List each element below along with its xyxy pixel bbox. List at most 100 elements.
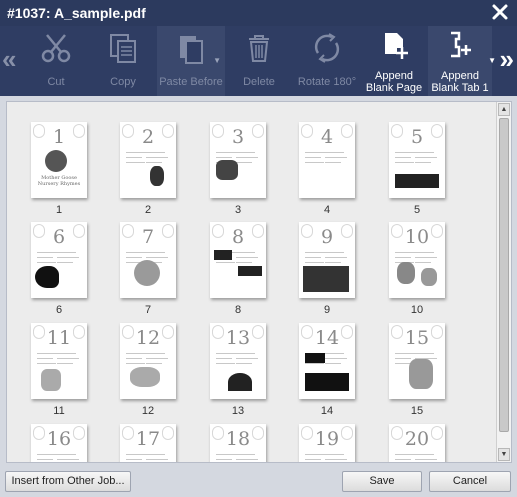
page-number-text: 17 [135,428,161,450]
illustration [303,266,349,292]
tab-dropdown-icon[interactable]: ▼ [488,56,496,65]
page-thumbnail[interactable]: 17 [120,424,176,462]
text-line [57,358,79,359]
close-icon[interactable] [491,3,509,21]
insert-from-other-job-button[interactable]: Insert from Other Job... [5,471,131,492]
page-number-text: 14 [314,327,340,349]
page-thumbnail[interactable]: 12 [120,323,176,399]
text-line [415,459,437,460]
text-line [415,252,434,253]
page-number-text: 8 [231,226,245,248]
page-thumbnail[interactable]: 2 [120,122,176,198]
page-caption: 14 [320,405,334,417]
paste-dropdown-icon[interactable]: ▼ [213,56,221,65]
text-line [146,454,165,455]
page-thumbnail[interactable]: 15 [389,323,445,399]
page-thumbnail[interactable]: 19 [299,424,355,462]
trash-icon [249,35,269,62]
rotate-icon [314,33,340,63]
text-line [37,257,53,258]
text-line [37,459,53,460]
cut-button[interactable]: Cut [25,26,87,96]
illustration [421,268,437,286]
page-thumbnail[interactable]: 5 [389,122,445,198]
scroll-thumb[interactable] [499,118,509,432]
text-line [415,353,434,354]
text-line [415,262,431,263]
text-line [126,459,142,460]
text-line [37,353,59,354]
text-line [216,459,232,460]
scissors-icon [41,34,71,63]
text-line [126,353,148,354]
text-line [57,363,73,364]
page-thumbnail[interactable]: 3 [210,122,266,198]
page-caption: 7 [144,304,152,316]
text-line [216,454,238,455]
text-line [146,363,162,364]
text-line [395,157,411,158]
copy-button[interactable]: Copy [92,26,154,96]
page-thumbnail[interactable]: 6 [31,222,87,298]
page-thumbnail[interactable]: 13 [210,323,266,399]
text-line [305,262,324,263]
text-line [37,262,56,263]
illustration [45,150,67,172]
illustration [134,260,160,286]
text-line [57,459,79,460]
append-blank-page-button[interactable]: Append Blank Page [364,26,424,96]
page-thumbnail[interactable]: 16 [31,424,87,462]
page-thumbnail[interactable]: 20 [389,424,445,462]
append-blank-tab-button[interactable]: ▼ Append Blank Tab 1 [428,26,496,96]
text-line [325,459,347,460]
text-line [37,454,59,455]
text-line [236,358,258,359]
text-line [325,358,347,359]
page-thumbnail[interactable]: 18 [210,424,266,462]
page-thumbnail[interactable]: 1 Mother Goose Nursery Rhymes [31,122,87,198]
rotate-button[interactable]: Rotate 180° [294,26,360,96]
paste-before-button[interactable]: ▼ Paste Before [157,26,225,96]
text-line [57,353,76,354]
text-line [216,262,235,263]
vertical-scrollbar[interactable]: ▲ ▼ [496,102,511,462]
page-thumbnail[interactable]: 4 [299,122,355,198]
scroll-down-icon[interactable]: ▼ [498,448,510,461]
scroll-right-icon[interactable]: » [500,44,514,75]
page-number-text: 11 [46,327,72,349]
page-caption: 10 [410,304,424,316]
text-line [126,363,145,364]
text-line [146,162,162,163]
text-line [395,252,417,253]
page-caption: 6 [55,304,63,316]
page-thumbnail[interactable]: 9 [299,222,355,298]
text-line [325,353,344,354]
delete-button[interactable]: Delete [228,26,290,96]
page-thumbnail[interactable]: 11 [31,323,87,399]
text-line [37,358,53,359]
page-caption: 8 [234,304,242,316]
paste-icon [180,36,203,64]
page-thumbnail[interactable]: 7 [120,222,176,298]
page-number-text: 10 [404,226,430,248]
text-line [236,454,255,455]
text-line [305,252,327,253]
page-thumbnail[interactable]: 8 [210,222,266,298]
page-caption: 3 [234,204,242,216]
text-line [146,257,168,258]
text-line [236,257,258,258]
page-caption: 13 [231,405,245,417]
text-line [236,157,258,158]
page-thumbnail[interactable]: 10 [389,222,445,298]
text-line [236,363,252,364]
illustration [305,353,325,363]
scroll-up-icon[interactable]: ▲ [498,103,510,116]
illustration [228,373,252,391]
scroll-left-icon[interactable]: « [2,44,16,75]
cancel-button[interactable]: Cancel [429,471,511,492]
text-line [236,252,255,253]
illustration [130,367,160,387]
save-button[interactable]: Save [342,471,422,492]
text-line [325,252,344,253]
page-thumbnail[interactable]: 14 [299,323,355,399]
